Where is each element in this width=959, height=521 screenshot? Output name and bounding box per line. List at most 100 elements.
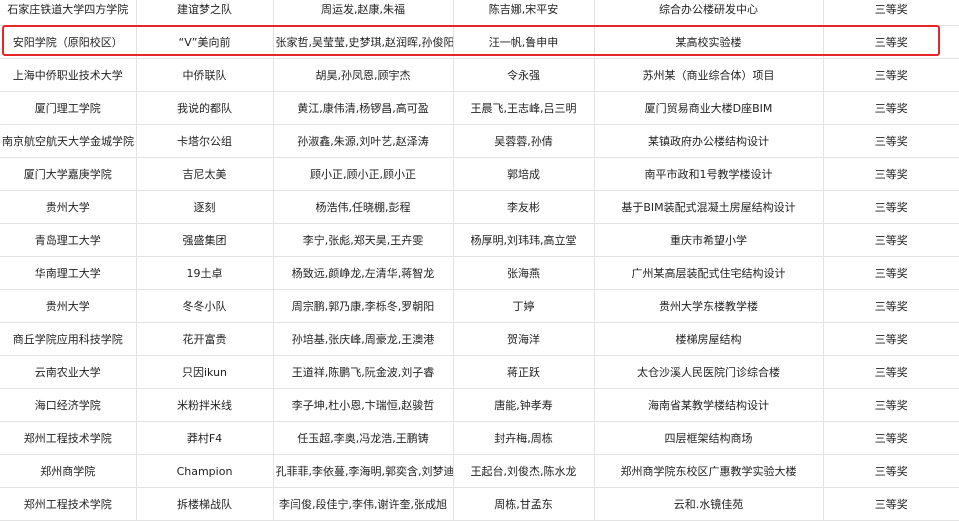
advisors-cell[interactable]: 陈吉娜,宋平安 — [453, 0, 595, 26]
project-cell[interactable]: 郑州商学院东校区广惠教学实验大楼 — [594, 454, 824, 488]
school-cell[interactable]: 云南农业大学 — [0, 355, 137, 389]
members-cell[interactable]: 周运发,赵康,朱福 — [273, 0, 454, 26]
team-cell[interactable]: 米粉拌米线 — [136, 388, 274, 422]
award-cell[interactable]: 三等奖 — [823, 256, 959, 290]
award-cell[interactable]: 三等奖 — [823, 421, 959, 455]
award-cell[interactable]: 三等奖 — [823, 25, 959, 59]
school-cell[interactable]: 青岛理工大学 — [0, 223, 137, 257]
school-cell[interactable]: 贵州大学 — [0, 289, 137, 323]
members-cell[interactable]: 胡昊,孙凤恩,顾宇杰 — [273, 58, 454, 92]
table-row: 海口经济学院 米粉拌米线 李子坤,杜小恩,卞瑞恒,赵骏哲 唐能,钟孝寿 海南省某教学楼结… — [0, 388, 959, 422]
school-cell[interactable]: 上海中侨职业技术大学 — [0, 58, 137, 92]
school-cell[interactable]: 石家庄铁道大学四方学院 — [0, 0, 137, 26]
project-cell[interactable]: 云和.水镜佳苑 — [594, 487, 824, 521]
team-cell[interactable]: 拆楼梯战队 — [136, 487, 274, 521]
school-cell[interactable]: 贵州大学 — [0, 190, 137, 224]
advisors-cell[interactable]: 令永强 — [453, 58, 595, 92]
school-cell[interactable]: 南京航空航天大学金城学院 — [0, 124, 137, 158]
members-cell[interactable]: 孔菲菲,李依蔓,李海明,郭奕含,刘梦迪 — [273, 454, 454, 488]
advisors-cell[interactable]: 王晨飞,王志峰,吕三明 — [453, 91, 595, 125]
advisors-cell[interactable]: 吴蓉蓉,孙倩 — [453, 124, 595, 158]
members-cell[interactable]: 杨致远,颜峥龙,左清华,蒋智龙 — [273, 256, 454, 290]
award-cell[interactable]: 三等奖 — [823, 322, 959, 356]
members-cell[interactable]: 杨浩伟,任晓棚,彭程 — [273, 190, 454, 224]
advisors-cell[interactable]: 周栋,甘孟东 — [453, 487, 595, 521]
school-cell[interactable]: 华南理工大学 — [0, 256, 137, 290]
project-cell[interactable]: 重庆市希望小学 — [594, 223, 824, 257]
award-cell[interactable]: 三等奖 — [823, 355, 959, 389]
school-cell[interactable]: 郑州工程技术学院 — [0, 487, 137, 521]
team-cell[interactable]: 卡塔尔公组 — [136, 124, 274, 158]
project-cell[interactable]: 贵州大学东楼教学楼 — [594, 289, 824, 323]
award-cell[interactable]: 三等奖 — [823, 0, 959, 26]
advisors-cell[interactable]: 李友彬 — [453, 190, 595, 224]
team-cell[interactable]: 我说的都队 — [136, 91, 274, 125]
members-cell[interactable]: 顾小正,顾小正,顾小正 — [273, 157, 454, 191]
award-cell[interactable]: 三等奖 — [823, 157, 959, 191]
members-cell[interactable]: 黄江,康伟清,杨锣昌,高可盈 — [273, 91, 454, 125]
award-cell[interactable]: 三等奖 — [823, 388, 959, 422]
project-cell[interactable]: 南平市政和1号教学楼设计 — [594, 157, 824, 191]
team-cell[interactable]: 建谊梦之队 — [136, 0, 274, 26]
advisors-cell[interactable]: 王起台,刘俊杰,陈水龙 — [453, 454, 595, 488]
team-cell[interactable]: 莽村F4 — [136, 421, 274, 455]
advisors-cell[interactable]: 杨厚明,刘玮玮,高立堂 — [453, 223, 595, 257]
advisors-cell[interactable]: 张海燕 — [453, 256, 595, 290]
school-cell[interactable]: 安阳学院（原阳校区） — [0, 25, 137, 59]
members-cell[interactable]: 周宗鹏,郭乃康,李栎冬,罗朝阳 — [273, 289, 454, 323]
team-cell[interactable]: 逐刻 — [136, 190, 274, 224]
team-cell[interactable]: “V”美向前 — [136, 25, 274, 59]
team-cell[interactable]: 吉尼太美 — [136, 157, 274, 191]
project-cell[interactable]: 某高校实验楼 — [594, 25, 824, 59]
team-cell[interactable]: 19土卓 — [136, 256, 274, 290]
team-cell[interactable]: 冬冬小队 — [136, 289, 274, 323]
members-cell[interactable]: 孙淑鑫,朱源,刘叶艺,赵泽涛 — [273, 124, 454, 158]
project-cell[interactable]: 基于BIM装配式混凝土房屋结构设计 — [594, 190, 824, 224]
members-cell[interactable]: 任玉超,李奥,冯龙浩,王鹏铸 — [273, 421, 454, 455]
advisors-cell[interactable]: 贺海洋 — [453, 322, 595, 356]
award-cell[interactable]: 三等奖 — [823, 223, 959, 257]
advisors-cell[interactable]: 郭培成 — [453, 157, 595, 191]
award-cell[interactable]: 三等奖 — [823, 487, 959, 521]
project-cell[interactable]: 厦门贸易商业大楼D座BIM — [594, 91, 824, 125]
school-cell[interactable]: 厦门大学嘉庚学院 — [0, 157, 137, 191]
members-cell[interactable]: 李子坤,杜小恩,卞瑞恒,赵骏哲 — [273, 388, 454, 422]
team-cell[interactable]: 强盛集团 — [136, 223, 274, 257]
team-cell[interactable]: 中侨联队 — [136, 58, 274, 92]
advisors-cell[interactable]: 丁婷 — [453, 289, 595, 323]
award-cell[interactable]: 三等奖 — [823, 58, 959, 92]
award-cell[interactable]: 三等奖 — [823, 91, 959, 125]
school-cell[interactable]: 厦门理工学院 — [0, 91, 137, 125]
table-row: 厦门理工学院 我说的都队 黄江,康伟清,杨锣昌,高可盈 王晨飞,王志峰,吕三明 厦门贸易… — [0, 91, 959, 125]
project-cell[interactable]: 海南省某教学楼结构设计 — [594, 388, 824, 422]
school-cell[interactable]: 海口经济学院 — [0, 388, 137, 422]
project-cell[interactable]: 某镇政府办公楼结构设计 — [594, 124, 824, 158]
table-row: 郑州商学院 Champion 孔菲菲,李依蔓,李海明,郭奕含,刘梦迪 王起台,刘俊杰,… — [0, 454, 959, 488]
advisors-cell[interactable]: 蒋正跃 — [453, 355, 595, 389]
advisors-cell[interactable]: 汪一帆,鲁申申 — [453, 25, 595, 59]
project-cell[interactable]: 苏州某（商业综合体）项目 — [594, 58, 824, 92]
award-cell[interactable]: 三等奖 — [823, 289, 959, 323]
members-cell[interactable]: 张家哲,吴莹莹,史梦琪,赵润晖,孙俊阳 — [273, 25, 454, 59]
members-cell[interactable]: 王道祥,陈鹏飞,阮金波,刘子睿 — [273, 355, 454, 389]
advisors-cell[interactable]: 封卉梅,周栋 — [453, 421, 595, 455]
project-cell[interactable]: 太仓沙溪人民医院门诊综合楼 — [594, 355, 824, 389]
school-cell[interactable]: 郑州工程技术学院 — [0, 421, 137, 455]
project-cell[interactable]: 广州某高层装配式住宅结构设计 — [594, 256, 824, 290]
award-cell[interactable]: 三等奖 — [823, 454, 959, 488]
members-cell[interactable]: 李闫俊,段佳宁,李伟,谢许奎,张成旭 — [273, 487, 454, 521]
team-cell[interactable]: 花开富贵 — [136, 322, 274, 356]
team-cell[interactable]: 只因ikun — [136, 355, 274, 389]
table-row: 石家庄铁道大学四方学院 建谊梦之队 周运发,赵康,朱福 陈吉娜,宋平安 综合办公楼研发中… — [0, 0, 959, 26]
project-cell[interactable]: 四层框架结构商场 — [594, 421, 824, 455]
school-cell[interactable]: 商丘学院应用科技学院 — [0, 322, 137, 356]
team-cell[interactable]: Champion — [136, 454, 274, 488]
school-cell[interactable]: 郑州商学院 — [0, 454, 137, 488]
advisors-cell[interactable]: 唐能,钟孝寿 — [453, 388, 595, 422]
project-cell[interactable]: 楼梯房屋结构 — [594, 322, 824, 356]
award-cell[interactable]: 三等奖 — [823, 190, 959, 224]
award-cell[interactable]: 三等奖 — [823, 124, 959, 158]
project-cell[interactable]: 综合办公楼研发中心 — [594, 0, 824, 26]
members-cell[interactable]: 李宁,张彪,郑天昊,王卉雯 — [273, 223, 454, 257]
members-cell[interactable]: 孙培基,张庆峰,周豪龙,王澳港 — [273, 322, 454, 356]
